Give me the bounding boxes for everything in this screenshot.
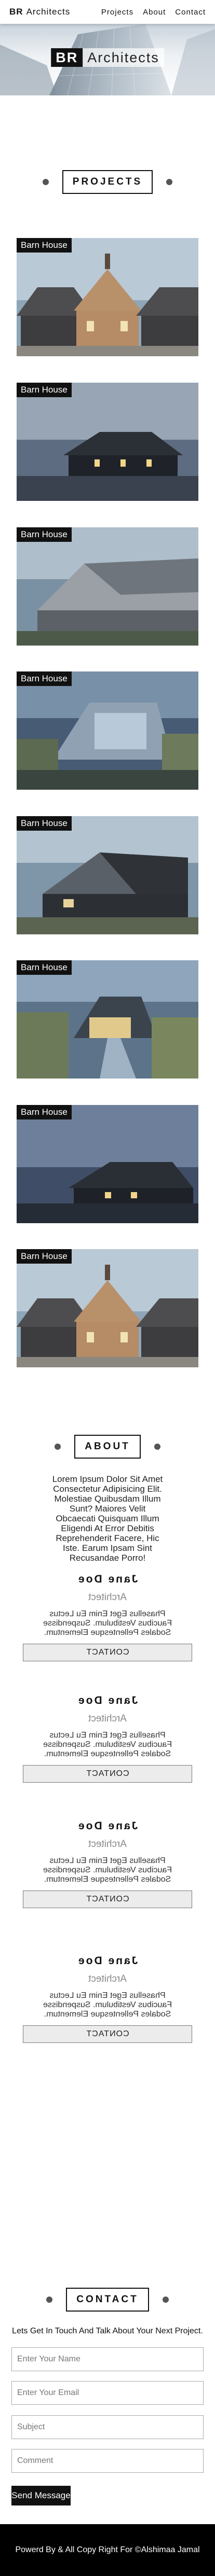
name-input[interactable] [11, 2347, 204, 2371]
hero-title-rest: Architects [83, 48, 164, 67]
member-description: Phasellus Eget Enim Eu Lectus Faucibus V… [0, 1856, 215, 1884]
project-card[interactable]: Barn House [17, 383, 198, 501]
member-contact-button[interactable]: CONTACT [23, 1891, 192, 1908]
barn-house-photo [17, 527, 198, 646]
barn-house-photo [17, 1249, 198, 1367]
team-member-card: Jane Doe Architect Phasellus Eget Enim E… [0, 1573, 215, 1661]
project-label: Barn House [17, 383, 72, 397]
project-card[interactable]: Barn House [17, 671, 198, 790]
heading-dot-right [162, 2297, 169, 2303]
team-member-card: Jane Doe Architect Phasellus Eget Enim E… [0, 1820, 215, 1908]
team-member-card: Jane Doe Architect Phasellus Eget Enim E… [0, 1955, 215, 2043]
member-name: Jane Doe [77, 1573, 138, 1585]
contact-lead-text: Lets Get In Touch And Talk About Your Ne… [12, 2327, 203, 2335]
member-description: Phasellus Eget Enim Eu Lectus Faucibus V… [0, 1991, 215, 2019]
send-message-button[interactable]: Send Message [11, 2486, 71, 2505]
member-description: Phasellus Eget Enim Eu Lectus Faucibus V… [0, 1731, 215, 1759]
heading-dot-right [166, 179, 173, 185]
member-name: Jane Doe [77, 1820, 138, 1832]
member-name: Jane Doe [77, 1695, 138, 1706]
about-line: Recusandae Porro! [69, 1553, 146, 1563]
hero-title-bold: BR [51, 48, 83, 67]
heading-dot-right [154, 1444, 160, 1450]
member-desc-line: Sodales Pellentesque Elementum. [44, 1628, 171, 1637]
project-card[interactable]: Barn House [17, 960, 198, 1079]
project-card[interactable]: Barn House [17, 816, 198, 934]
barn-house-photo [17, 238, 198, 356]
member-role: Architect [88, 1839, 127, 1850]
member-desc-line: Sodales Pellentesque Elementum. [44, 1749, 171, 1758]
barn-house-photo [17, 816, 198, 934]
project-label: Barn House [17, 960, 72, 975]
project-label: Barn House [17, 816, 72, 831]
subject-input[interactable] [11, 2415, 204, 2439]
about-paragraph: Lorem Ipsum Dolor Sit Amet Consectetur A… [0, 1474, 215, 1563]
contact-heading: CONTACT [66, 2288, 149, 2312]
member-role: Architect [88, 1973, 127, 1984]
member-description: Phasellus Eget Enim Eu Lectus Faucibus V… [0, 1609, 215, 1637]
comment-input[interactable] [11, 2449, 204, 2473]
heading-dot-left [55, 1444, 61, 1450]
projects-heading: PROJECTS [62, 170, 153, 194]
nav-links: Projects About Contact [101, 8, 206, 17]
project-label: Barn House [17, 527, 72, 542]
nav-link-contact[interactable]: Contact [175, 8, 206, 17]
barn-house-photo [17, 383, 198, 501]
contact-section-heading: CONTACT [0, 2287, 215, 2313]
project-card[interactable]: Barn House [17, 1249, 198, 1367]
member-desc-line: Faucibus Vestibulum. Suspendisse [43, 1619, 172, 1628]
about-heading: ABOUT [74, 1435, 141, 1459]
top-navigation-bar: BR Architects Projects About Contact [0, 0, 215, 24]
barn-house-photo [17, 671, 198, 790]
project-card[interactable]: Barn House [17, 1105, 198, 1223]
barn-house-photo [17, 960, 198, 1079]
about-line: Consectetur Adipisicing Elit. [53, 1484, 162, 1494]
member-desc-line: Phasellus Eget Enim Eu Lectus [49, 1856, 166, 1865]
footer-copyright-text: Powerd By & All Copy Right For ©Alshimaa… [15, 2545, 200, 2554]
member-desc-line: Phasellus Eget Enim Eu Lectus [49, 1731, 166, 1740]
project-label: Barn House [17, 238, 72, 253]
about-line: Lorem Ipsum Dolor Sit Amet [52, 1474, 163, 1484]
project-card[interactable]: Barn House [17, 527, 198, 646]
member-desc-line: Phasellus Eget Enim Eu Lectus [49, 1991, 166, 2000]
member-role: Architect [88, 1713, 127, 1724]
hero-banner: BR Architects [0, 24, 215, 95]
member-desc-line: Faucibus Vestibulum. Suspendisse [43, 2000, 172, 2009]
member-desc-line: Sodales Pellentesque Elementum. [44, 2010, 171, 2019]
footer: Powerd By & All Copy Right For ©Alshimaa… [0, 2524, 215, 2576]
member-name: Jane Doe [77, 1955, 138, 1967]
about-line: Reprehenderit Facere, Hic [56, 1533, 159, 1543]
email-input[interactable] [11, 2381, 204, 2405]
member-desc-line: Faucibus Vestibulum. Suspendisse [43, 1866, 172, 1874]
about-line: Sunt? Maiores Velit [69, 1504, 146, 1514]
nav-link-about[interactable]: About [143, 8, 166, 17]
member-desc-line: Faucibus Vestibulum. Suspendisse [43, 1740, 172, 1749]
nav-link-projects[interactable]: Projects [101, 8, 133, 17]
member-role: Architect [88, 1592, 127, 1603]
heading-dot-left [42, 179, 49, 185]
about-line: Obcaecati Quisquam Illum [56, 1514, 159, 1523]
hero-title: BR Architects [51, 48, 164, 67]
member-desc-line: Phasellus Eget Enim Eu Lectus [49, 1609, 166, 1618]
barn-house-photo [17, 1105, 198, 1223]
about-line: Eligendi At Error Debitis [61, 1523, 154, 1533]
projects-section-heading: PROJECTS [0, 169, 215, 195]
project-label: Barn House [17, 1105, 72, 1119]
project-card[interactable]: Barn House [17, 238, 198, 356]
member-desc-line: Sodales Pellentesque Elementum. [44, 1875, 171, 1884]
member-contact-button[interactable]: CONTACT [23, 1765, 192, 1783]
team-member-card: Jane Doe Architect Phasellus Eget Enim E… [0, 1695, 215, 1783]
about-line: Molestiae Quibusdam Illum [54, 1494, 161, 1504]
brand-rest-text: Architects [26, 7, 71, 17]
member-contact-button[interactable]: CONTACT [23, 2025, 192, 2043]
about-line: Iste. Earum Ipsam Sint [63, 1543, 152, 1553]
brand-logo[interactable]: BR Architects [9, 7, 70, 17]
heading-dot-left [46, 2297, 53, 2303]
project-label: Barn House [17, 1249, 72, 1264]
project-label: Barn House [17, 671, 72, 686]
about-section-heading: ABOUT [0, 1434, 215, 1460]
brand-bold-text: BR [9, 7, 23, 17]
member-contact-button[interactable]: CONTACT [23, 1644, 192, 1661]
